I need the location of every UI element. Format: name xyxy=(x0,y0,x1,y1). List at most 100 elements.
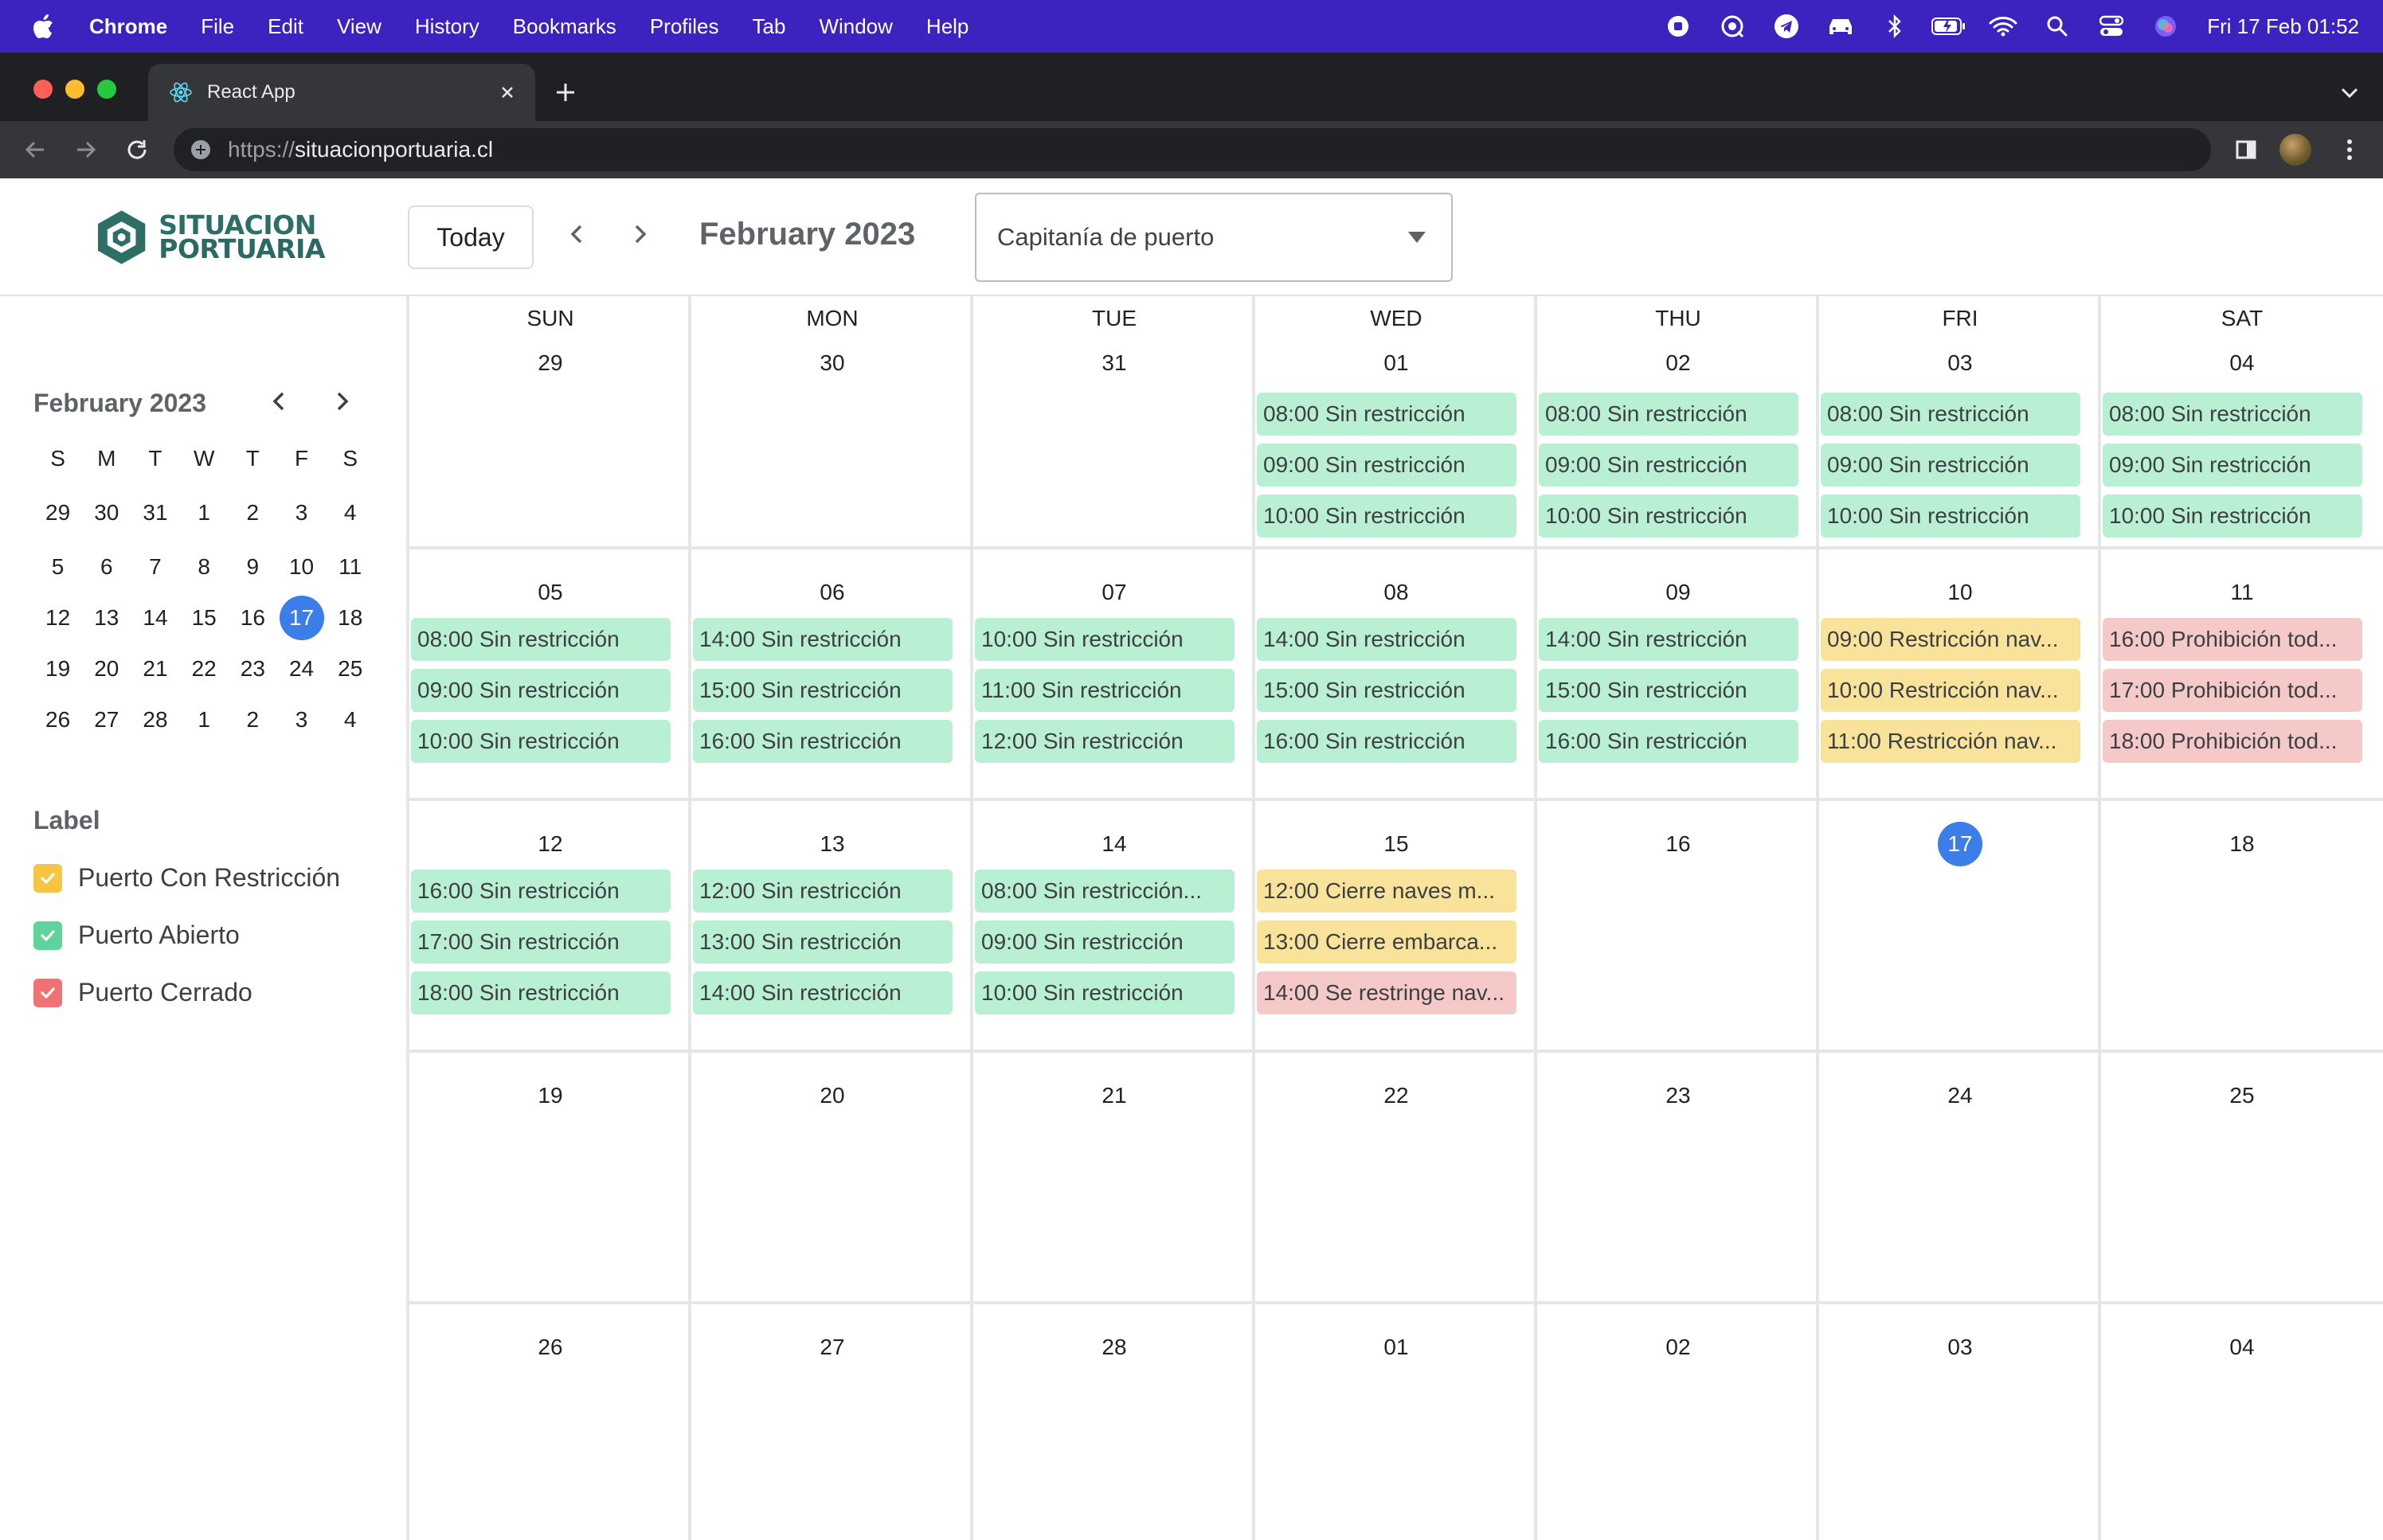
mini-day[interactable]: 31 xyxy=(131,487,179,538)
mini-day[interactable]: 21 xyxy=(131,643,179,694)
mini-day[interactable]: 8 xyxy=(180,541,229,592)
day-number[interactable]: 04 xyxy=(2101,350,2383,376)
siri-icon[interactable] xyxy=(2148,0,2183,53)
address-bar[interactable]: https://situacionportuaria.cl xyxy=(174,128,2211,171)
day-number[interactable]: 16 xyxy=(1537,831,1819,857)
calendar-event[interactable]: 14:00 Sin restricción xyxy=(1539,618,1798,661)
mini-day[interactable]: 25 xyxy=(326,643,374,694)
calendar-event[interactable]: 16:00 Sin restricción xyxy=(1257,720,1516,763)
back-arrow-icon[interactable] xyxy=(18,132,53,167)
control-center-icon[interactable] xyxy=(2094,0,2129,53)
calendar-event[interactable]: 12:00 Cierre naves m... xyxy=(1257,870,1516,913)
calendar-event[interactable]: 09:00 Sin restricción xyxy=(975,920,1235,963)
day-number[interactable]: 20 xyxy=(691,1083,973,1108)
calendar-event[interactable]: 12:00 Sin restricción xyxy=(693,870,953,913)
mini-day[interactable]: 11 xyxy=(326,541,374,592)
mini-day[interactable]: 5 xyxy=(33,541,82,592)
wifi-icon[interactable] xyxy=(1986,0,2021,53)
tab-search-chevron-icon[interactable] xyxy=(2334,76,2365,108)
calendar-event[interactable]: 09:00 Sin restricción xyxy=(1821,444,2080,487)
label-filter-item[interactable]: Puerto Abierto xyxy=(33,920,240,950)
mini-day[interactable]: 13 xyxy=(82,592,131,643)
calendar-event[interactable]: 11:00 Sin restricción xyxy=(975,669,1235,712)
day-number[interactable]: 06 xyxy=(691,580,973,605)
day-number[interactable]: 28 xyxy=(973,1335,1255,1360)
telegram-icon[interactable] xyxy=(1769,0,1804,53)
new-tab-icon[interactable] xyxy=(550,76,581,108)
calendar-event[interactable]: 17:00 Prohibición tod... xyxy=(2103,669,2362,712)
day-number[interactable]: 03 xyxy=(1819,1335,2101,1360)
checkbox-checked-icon[interactable] xyxy=(33,920,62,950)
menu-edit[interactable]: Edit xyxy=(268,14,303,39)
kebab-menu-icon[interactable] xyxy=(2332,132,2367,167)
menu-help[interactable]: Help xyxy=(926,14,968,39)
calendar-event[interactable]: 16:00 Prohibición tod... xyxy=(2103,618,2362,661)
mini-day[interactable]: 1 xyxy=(180,694,229,745)
situacion-portuaria-logo[interactable]: SITUACION PORTUARIA xyxy=(94,205,325,269)
calendar-event[interactable]: 15:00 Sin restricción xyxy=(1257,669,1516,712)
day-number[interactable]: 02 xyxy=(1537,350,1819,376)
mini-next-chevron-icon[interactable] xyxy=(327,385,358,417)
calendar-event[interactable]: 08:00 Sin restricción xyxy=(1539,393,1798,436)
day-number[interactable]: 22 xyxy=(1255,1083,1537,1108)
battery-icon[interactable] xyxy=(1931,0,1966,53)
apple-icon[interactable] xyxy=(32,13,56,40)
mini-day[interactable]: 7 xyxy=(131,541,179,592)
forward-arrow-icon[interactable] xyxy=(68,132,104,167)
calendar-event[interactable]: 16:00 Sin restricción xyxy=(1539,720,1798,763)
mini-day[interactable]: 29 xyxy=(33,487,82,538)
checkbox-checked-icon[interactable] xyxy=(33,978,62,1007)
calendar-event[interactable]: 10:00 Sin restricción xyxy=(1821,494,2080,537)
calendar-event[interactable]: 14:00 Se restringe nav... xyxy=(1257,971,1516,1014)
calendar-event[interactable]: 09:00 Sin restricción xyxy=(1539,444,1798,487)
mini-prev-chevron-icon[interactable] xyxy=(263,385,295,417)
menu-profiles[interactable]: Profiles xyxy=(650,14,719,39)
calendar-event[interactable]: 10:00 Restricción nav... xyxy=(1821,669,2080,712)
window-minimize-button[interactable] xyxy=(65,80,84,99)
mini-day[interactable]: 10 xyxy=(277,541,326,592)
calendar-event[interactable]: 18:00 Sin restricción xyxy=(411,971,671,1014)
mini-day[interactable]: 17 xyxy=(277,592,326,643)
day-number[interactable]: 19 xyxy=(409,1083,691,1108)
day-number[interactable]: 21 xyxy=(973,1083,1255,1108)
menu-history[interactable]: History xyxy=(415,14,479,39)
today-button[interactable]: Today xyxy=(408,205,534,269)
mini-day[interactable]: 20 xyxy=(82,643,131,694)
mini-day[interactable]: 3 xyxy=(277,694,326,745)
day-number[interactable]: 23 xyxy=(1537,1083,1819,1108)
menu-chrome[interactable]: Chrome xyxy=(89,14,167,39)
day-number[interactable]: 26 xyxy=(409,1335,691,1360)
day-number[interactable]: 05 xyxy=(409,580,691,605)
day-number[interactable]: 12 xyxy=(409,831,691,857)
calendar-event[interactable]: 12:00 Sin restricción xyxy=(975,720,1235,763)
calendar-event[interactable]: 10:00 Sin restricción xyxy=(975,971,1235,1014)
mini-day[interactable]: 22 xyxy=(180,643,229,694)
mini-day[interactable]: 2 xyxy=(229,694,277,745)
calendar-event[interactable]: 15:00 Sin restricción xyxy=(693,669,953,712)
day-number[interactable]: 14 xyxy=(973,831,1255,857)
calendar-event[interactable]: 08:00 Sin restricción xyxy=(1821,393,2080,436)
label-filter-item[interactable]: Puerto Con Restricción xyxy=(33,863,340,893)
reload-icon[interactable] xyxy=(119,132,155,167)
menu-tab[interactable]: Tab xyxy=(753,14,786,39)
capitania-select[interactable]: Capitanía de puerto xyxy=(975,193,1453,282)
mini-day[interactable]: 4 xyxy=(326,487,374,538)
mini-day[interactable]: 9 xyxy=(229,541,277,592)
calendar-event[interactable]: 13:00 Cierre embarca... xyxy=(1257,920,1516,963)
calendar-event[interactable]: 13:00 Sin restricción xyxy=(693,920,953,963)
mini-day[interactable]: 26 xyxy=(33,694,82,745)
day-number[interactable]: 10 xyxy=(1819,580,2101,605)
calendar-event[interactable]: 14:00 Sin restricción xyxy=(1257,618,1516,661)
menu-file[interactable]: File xyxy=(201,14,234,39)
mini-day[interactable]: 28 xyxy=(131,694,179,745)
mini-day[interactable]: 30 xyxy=(82,487,131,538)
day-number[interactable]: 15 xyxy=(1255,831,1537,857)
calendar-event[interactable]: 16:00 Sin restricción xyxy=(693,720,953,763)
day-number[interactable]: 29 xyxy=(409,350,691,376)
mini-day[interactable]: 23 xyxy=(229,643,277,694)
mini-day[interactable]: 2 xyxy=(229,487,277,538)
bluetooth-icon[interactable] xyxy=(1877,0,1912,53)
calendar-event[interactable]: 08:00 Sin restricción xyxy=(1257,393,1516,436)
day-number[interactable]: 11 xyxy=(2101,580,2383,605)
calendar-event[interactable]: 10:00 Sin restricción xyxy=(975,618,1235,661)
